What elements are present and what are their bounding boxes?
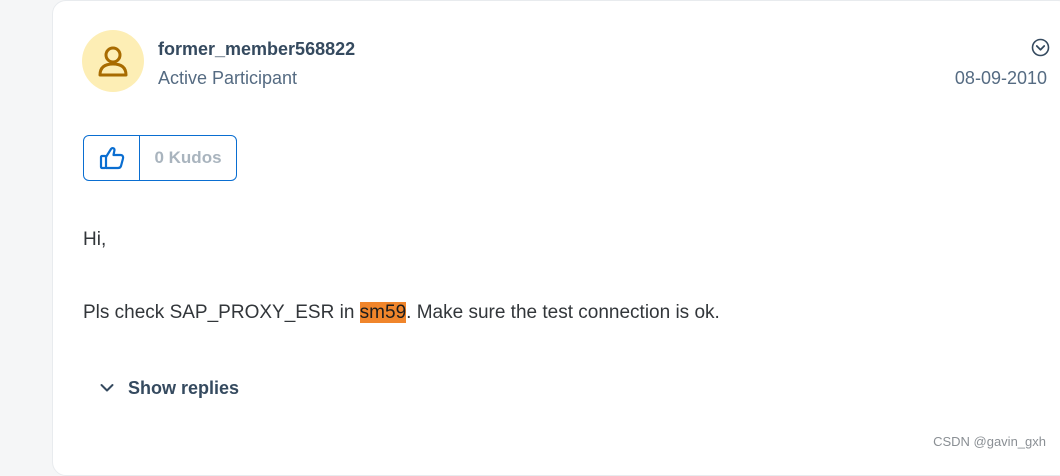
chevron-down-circle-icon	[1031, 38, 1050, 57]
post-greeting: Hi,	[83, 229, 107, 250]
kudos-count: 0 Kudos	[154, 148, 222, 167]
post-date: 08-09-2010	[954, 68, 1047, 88]
body-text-after: . Make sure the test connection is ok.	[406, 302, 720, 323]
highlighted-term: sm59	[359, 302, 407, 323]
post-options-button[interactable]	[1030, 37, 1051, 58]
kudos-button[interactable]	[84, 136, 140, 180]
user-icon	[98, 46, 128, 77]
avatar[interactable]	[82, 30, 144, 92]
reply-card: former_member568822 Active Participant 0…	[52, 0, 1060, 476]
author-name[interactable]: former_member568822	[158, 39, 355, 60]
chevron-down-icon	[99, 380, 115, 396]
body-text-before: Pls check SAP_PROXY_ESR in	[83, 302, 360, 323]
author-rank: Active Participant	[158, 68, 298, 88]
post-body: Pls check SAP_PROXY_ESR in sm59. Make su…	[83, 302, 720, 324]
watermark: CSDN @gavin_gxh	[933, 434, 1046, 449]
show-replies-label: Show replies	[128, 377, 240, 398]
show-replies-button[interactable]: Show replies	[99, 375, 239, 401]
thumbs-up-icon	[99, 147, 124, 170]
kudos-widget: 0 Kudos	[83, 135, 237, 181]
